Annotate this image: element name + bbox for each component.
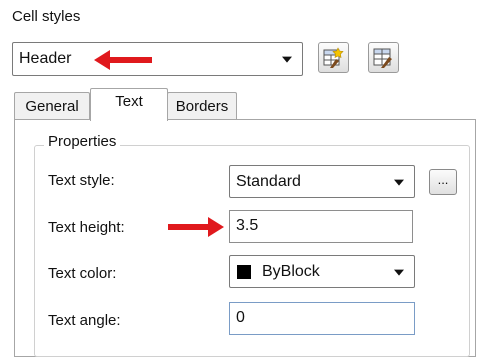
text-style-value: Standard — [236, 172, 301, 190]
color-swatch — [237, 264, 251, 279]
cell-style-value: Header — [19, 50, 72, 67]
cell-style-dropdown[interactable]: Header — [12, 42, 303, 76]
chevron-down-icon[interactable] — [394, 179, 404, 186]
modify-table-style-icon — [373, 48, 392, 68]
text-color-dropdown[interactable]: ByBlock — [229, 255, 415, 288]
text-style-browse-button[interactable]: ... — [429, 169, 457, 195]
properties-group-title: Properties — [44, 133, 121, 150]
annotation-arrow-right — [168, 217, 224, 237]
text-angle-label: Text angle: — [48, 312, 121, 329]
cell-styles-dialog-fragment: Cell styles Header General Text Borders — [0, 0, 483, 360]
new-cell-style-button[interactable] — [318, 42, 349, 73]
text-style-dropdown[interactable]: Standard — [229, 165, 415, 198]
text-height-label: Text height: — [48, 219, 125, 236]
tab-borders[interactable]: Borders — [167, 92, 237, 120]
new-table-style-icon — [323, 47, 344, 68]
tab-general[interactable]: General — [14, 92, 90, 120]
text-style-label: Text style: — [48, 172, 115, 189]
modify-cell-style-button[interactable] — [368, 42, 399, 73]
cell-styles-label: Cell styles — [12, 8, 81, 25]
tab-text[interactable]: Text — [90, 88, 168, 121]
text-height-input[interactable]: 3.5 — [229, 210, 413, 243]
text-color-value: ByBlock — [262, 262, 320, 280]
chevron-down-icon[interactable] — [394, 269, 404, 276]
text-angle-input[interactable]: 0 — [229, 302, 415, 335]
chevron-down-icon[interactable] — [282, 56, 292, 63]
text-color-label: Text color: — [48, 265, 117, 282]
annotation-arrow-left — [94, 50, 152, 70]
